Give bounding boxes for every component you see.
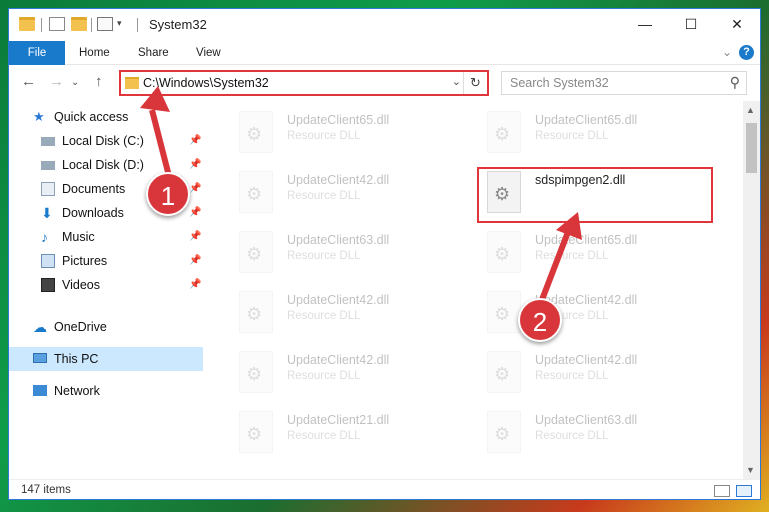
callout-step-2: 2	[518, 298, 562, 342]
arrow-2-line	[537, 230, 571, 307]
annotation-arrows	[140, 86, 582, 307]
arrow-1-line	[149, 109, 173, 181]
arrow-1-head	[140, 86, 170, 112]
callout-step-1: 1	[146, 172, 190, 216]
